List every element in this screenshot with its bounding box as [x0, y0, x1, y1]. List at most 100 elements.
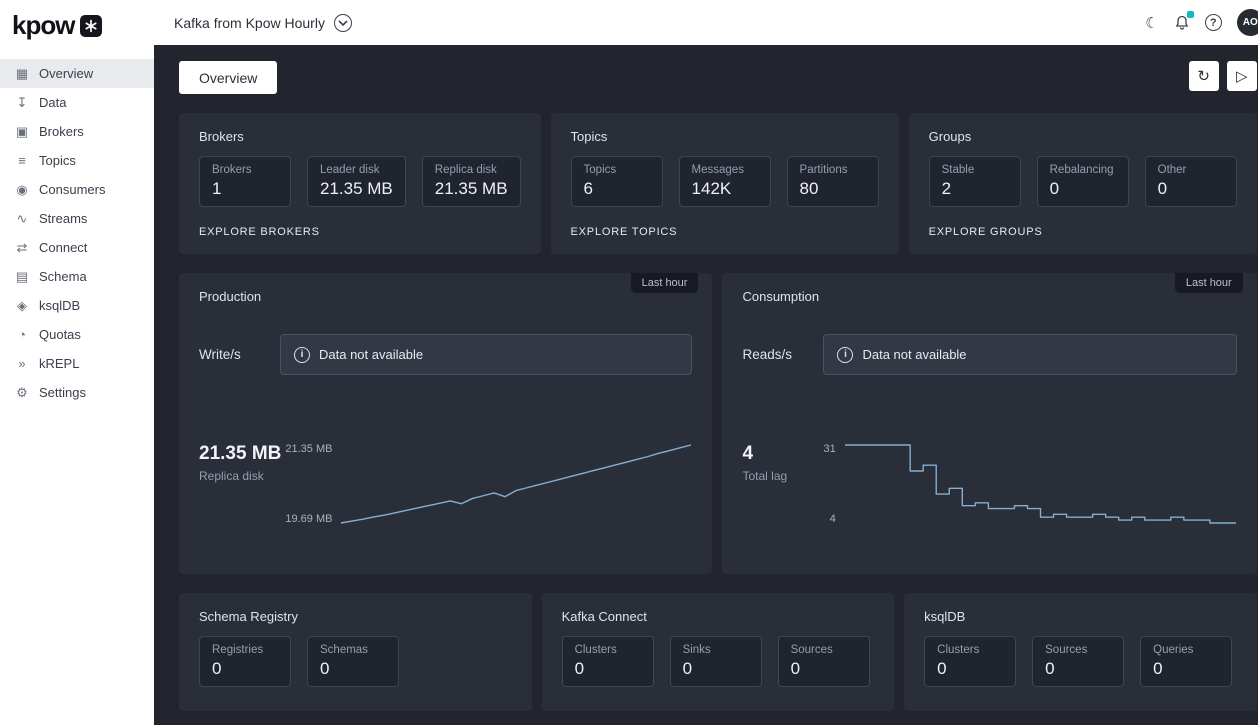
dark-mode-moon-icon[interactable]: ☾ — [1145, 14, 1158, 32]
consumption-y-axis: 31 4 — [823, 443, 836, 525]
stat-tile-messages: Messages 142K — [678, 156, 771, 207]
kpow-logo-mark-icon — [80, 14, 103, 37]
sidebar-item-label: Overview — [39, 66, 94, 81]
view-actions: ↻ ▷ — [1188, 61, 1257, 91]
sidebar-nav: ▦ Overview ↧ Data ▣ Brokers ≡ Topics ◉ C… — [0, 49, 154, 407]
sidebar-item-brokers[interactable]: ▣ Brokers — [0, 117, 154, 146]
consumption-sparkline — [844, 443, 1237, 525]
sidebar-item-label: Quotas — [39, 327, 81, 342]
sidebar-item-streams[interactable]: ∿ Streams — [0, 204, 154, 233]
topics-card: Topics Topics 6 Messages 142K Partitions — [550, 113, 899, 254]
card-title: Brokers — [199, 129, 244, 144]
play-button[interactable]: ▷ — [1226, 61, 1257, 91]
sidebar-item-label: Consumers — [39, 182, 106, 197]
sidebar-item-overview[interactable]: ▦ Overview — [0, 59, 154, 88]
production-card: Last hour Production Write/s i Data not … — [179, 273, 713, 574]
summary-cards-row: Brokers Brokers 1 Leader disk 21.35 MB R… — [179, 113, 1257, 254]
stat-tile-connect-sources: Sources 0 — [777, 636, 870, 687]
stat-tile-leader-disk: Leader disk 21.35 MB — [307, 156, 406, 207]
stat-tile-brokers: Brokers 1 — [199, 156, 291, 207]
kpow-logo: kpow — [0, 0, 154, 49]
refresh-button[interactable]: ↻ — [1188, 61, 1219, 91]
topics-icon: ≡ — [18, 153, 26, 168]
sidebar-item-connect[interactable]: ⇄ Connect — [0, 233, 154, 262]
kafka-connect-card: Kafka Connect Clusters 0 Sinks 0 Sources — [541, 593, 895, 711]
sidebar-item-label: Schema — [39, 269, 87, 284]
topbar: Kafka from Kpow Hourly ☾ ? AO — [154, 0, 1258, 45]
production-big-stat: 21.35 MB Replica disk — [199, 443, 282, 483]
data-icon: ↧ — [16, 94, 28, 110]
stat-tile-ksqldb-sources: Sources 0 — [1032, 636, 1125, 687]
groups-card: Groups Stable 2 Rebalancing 0 Other 0 EX… — [908, 113, 1257, 254]
stat-tile-registries: Registries 0 — [199, 636, 291, 687]
sidebar-item-consumers[interactable]: ◉ Consumers — [0, 175, 154, 204]
environment-selector[interactable]: Kafka from Kpow Hourly — [174, 13, 352, 32]
app-root: kpow ▦ Overview ↧ Data ▣ Brokers ≡ Topic… — [0, 0, 1258, 725]
card-title: Consumption — [742, 289, 820, 304]
sidebar-item-label: Brokers — [39, 124, 84, 139]
connect-icon: ⇄ — [16, 239, 28, 255]
sidebar-item-data[interactable]: ↧ Data — [0, 88, 154, 117]
ksqldb-icon: ◈ — [17, 297, 27, 313]
sidebar-item-label: Streams — [39, 211, 88, 226]
streams-icon: ∿ — [16, 210, 28, 226]
stat-tile-partitions: Partitions 80 — [786, 156, 879, 207]
consumption-card: Last hour Consumption Reads/s i Data not… — [722, 273, 1257, 574]
help-icon[interactable]: ? — [1204, 14, 1222, 31]
quotas-icon: ◔ — [18, 327, 26, 342]
explore-brokers-link[interactable]: EXPLORE BROKERS — [199, 226, 320, 238]
explore-groups-link[interactable]: EXPLORE GROUPS — [929, 226, 1043, 238]
notifications-bell-icon[interactable] — [1174, 11, 1194, 31]
stat-tile-sinks: Sinks 0 — [669, 636, 762, 687]
stat-tile-topics: Topics 6 — [570, 156, 663, 207]
environment-label: Kafka from Kpow Hourly — [174, 14, 325, 31]
sidebar-item-label: Topics — [39, 153, 76, 168]
stat-tile-rebalancing: Rebalancing 0 — [1036, 156, 1129, 207]
sidebar-item-krepl[interactable]: » kREPL — [0, 349, 154, 378]
sidebar-item-settings[interactable]: ⚙ Settings — [0, 378, 154, 407]
notification-dot — [1186, 11, 1194, 18]
sidebar-item-quotas[interactable]: ◔ Quotas — [0, 320, 154, 349]
sidebar-item-label: Connect — [39, 240, 88, 255]
sidebar-item-label: ksqlDB — [39, 298, 81, 313]
sidebar-item-label: Data — [39, 95, 67, 110]
schema-icon: ▤ — [15, 268, 29, 284]
stat-tile-ksqldb-clusters: Clusters 0 — [924, 636, 1017, 687]
settings-icon: ⚙ — [16, 384, 28, 400]
charts-row: Last hour Production Write/s i Data not … — [179, 273, 1257, 574]
stat-tile-stable: Stable 2 — [928, 156, 1021, 207]
main-column: Kafka from Kpow Hourly ☾ ? AO Overview ↻ — [154, 0, 1258, 725]
krepl-icon: » — [18, 356, 26, 371]
stat-tile-schemas: Schemas 0 — [307, 636, 399, 687]
overview-icon: ▦ — [15, 65, 29, 81]
overview-tab-button[interactable]: Overview — [179, 61, 278, 94]
sidebar-item-topics[interactable]: ≡ Topics — [0, 146, 154, 175]
sidebar: kpow ▦ Overview ↧ Data ▣ Brokers ≡ Topic… — [0, 0, 154, 725]
sidebar-item-label: kREPL — [39, 356, 80, 371]
consumption-big-stat: 4 Total lag — [742, 443, 788, 483]
content-toolbar: Overview ↻ ▷ — [179, 61, 1257, 94]
content-area: Overview ↻ ▷ Brokers Brokers 1 Leader di… — [154, 45, 1258, 725]
last-hour-badge: Last hour — [1174, 273, 1243, 293]
last-hour-badge: Last hour — [630, 273, 699, 293]
info-icon: i — [837, 346, 854, 363]
kpow-logo-text: kpow — [12, 10, 75, 40]
sidebar-item-ksqldb[interactable]: ◈ ksqlDB — [0, 291, 154, 320]
stat-tile-other: Other 0 — [1144, 156, 1237, 207]
production-y-axis: 21.35 MB 19.69 MB — [285, 443, 333, 525]
brokers-icon: ▣ — [15, 123, 29, 139]
card-title: ksqlDB — [924, 609, 966, 624]
production-sparkline — [340, 443, 692, 525]
explore-topics-link[interactable]: EXPLORE TOPICS — [571, 226, 678, 238]
data-not-available-alert: i Data not available — [823, 334, 1237, 375]
sidebar-item-schema[interactable]: ▤ Schema — [0, 262, 154, 291]
card-title: Topics — [570, 129, 608, 144]
stat-tile-queries: Queries 0 — [1140, 636, 1233, 687]
schema-registry-card: Schema Registry Registries 0 Schemas 0 — [179, 593, 532, 711]
brokers-card: Brokers Brokers 1 Leader disk 21.35 MB R… — [179, 113, 541, 254]
user-avatar[interactable]: AO — [1236, 9, 1258, 36]
consumers-icon: ◉ — [16, 181, 28, 197]
card-title: Production — [199, 289, 262, 304]
info-icon: i — [294, 346, 310, 363]
reads-rate-label: Reads/s — [742, 347, 792, 362]
